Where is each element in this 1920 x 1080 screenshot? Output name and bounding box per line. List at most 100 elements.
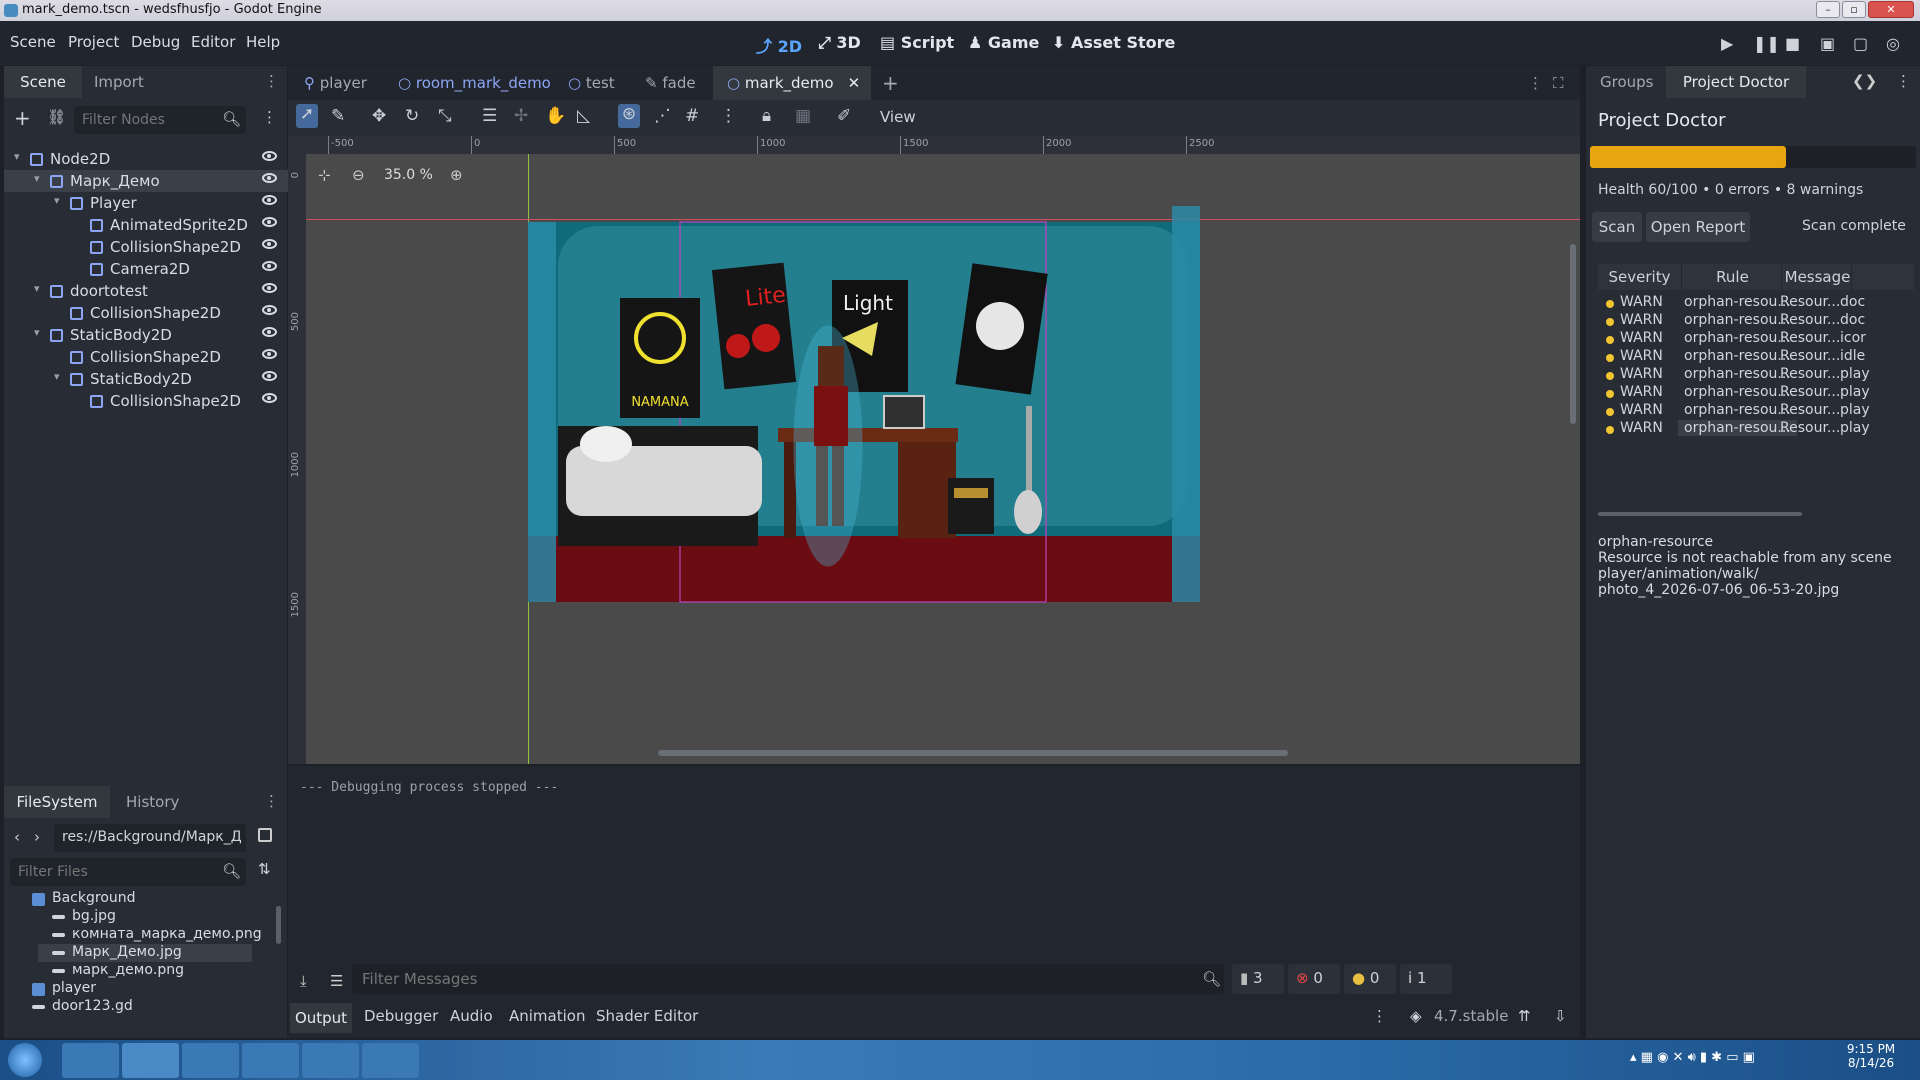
room-scene-sprite[interactable]: NAMANA Lite Light (528, 206, 1208, 606)
close-window-button[interactable]: ✕ (1868, 1, 1914, 18)
column-severity[interactable]: Severity (1598, 264, 1682, 290)
filter-files-input[interactable] (10, 858, 246, 886)
info-count-toggle[interactable]: ⅰ 1 (1400, 964, 1452, 994)
lock-icon[interactable]: 🔒︎ (762, 106, 771, 126)
list-select-icon[interactable]: ☰ (482, 106, 497, 126)
zoom-out-icon[interactable]: ⊖ (352, 166, 365, 184)
file-row[interactable]: Background (4, 890, 218, 908)
visibility-eye-icon[interactable] (262, 327, 277, 337)
start-button-icon[interactable] (8, 1043, 42, 1077)
file-manager-taskbar-icon[interactable] (242, 1043, 299, 1078)
stop-icon[interactable]: ■ (1785, 34, 1800, 53)
scene-node-row[interactable]: CollisionShape2D (4, 236, 289, 258)
expand-arrow-icon[interactable]: ▾ (54, 194, 60, 207)
pin-icon[interactable]: ⇩ (1554, 1007, 1567, 1025)
play-custom-scene-icon[interactable]: ▢ (1853, 34, 1868, 53)
visibility-eye-icon[interactable] (262, 173, 277, 183)
zoom-in-icon[interactable]: ⊕ (450, 166, 463, 184)
forward-icon[interactable]: › (34, 828, 40, 846)
tab-room-mark-demo[interactable]: ○ room_mark_demo (398, 66, 551, 100)
tabs-menu-icon[interactable]: ⋮ (1528, 66, 1543, 100)
open-report-button[interactable]: Open Report (1646, 212, 1750, 242)
tab-audio[interactable]: Audio (450, 1007, 493, 1025)
scan-button[interactable]: Scan (1592, 212, 1642, 242)
center-view-icon[interactable]: ⊹ (318, 166, 331, 184)
scale-tool-icon[interactable]: ⤡ (438, 106, 452, 126)
tab-scene[interactable]: Scene (4, 66, 82, 98)
close-tab-icon[interactable]: ✕ (848, 74, 861, 92)
visibility-eye-icon[interactable] (262, 371, 277, 381)
results-hscrollbar[interactable] (1598, 512, 1802, 516)
select-tool-icon[interactable]: ➚ (296, 104, 318, 128)
fullscreen-icon[interactable]: ⛶ (1553, 66, 1564, 100)
tab-mark-demo[interactable]: ○ mark_demo ✕ (713, 66, 871, 100)
workspace-game-button[interactable]: ♟ Game (968, 33, 1039, 52)
play-scene-icon[interactable]: ▣ (1820, 34, 1835, 53)
column-message[interactable]: Message (1784, 264, 1852, 290)
tab-animation[interactable]: Animation (509, 1007, 585, 1025)
tab-output[interactable]: Output (290, 1003, 352, 1033)
clock[interactable]: 9:15 PM 8/14/26 (1840, 1042, 1902, 1070)
panel-menu-icon[interactable]: ⋮ (1372, 1007, 1387, 1025)
tab-filesystem[interactable]: FileSystem (4, 786, 110, 818)
scene-node-row[interactable]: ▾ StaticBody2D (4, 368, 289, 390)
workspace-script-button[interactable]: ▤ Script (880, 33, 954, 52)
filter-messages-input[interactable] (352, 964, 1224, 994)
result-row[interactable]: WARN orphan-resou... Resour... play (1586, 418, 1916, 440)
scene-node-row[interactable]: Camera2D (4, 258, 289, 280)
visibility-eye-icon[interactable] (262, 261, 277, 271)
snap-toggle-icon[interactable]: ⊛ (618, 104, 640, 128)
scene-node-row[interactable]: ▾ Player (4, 192, 289, 214)
dock-menu-icon[interactable]: ⋮ (1896, 72, 1911, 90)
skeleton-icon[interactable]: ✐ (837, 106, 851, 126)
add-tab-icon[interactable]: + (882, 66, 899, 100)
file-row[interactable]: марк_демо.png (4, 962, 218, 980)
movie-maker-icon[interactable]: ◎ (1886, 34, 1900, 53)
visibility-eye-icon[interactable] (262, 305, 277, 315)
visibility-eye-icon[interactable] (262, 349, 277, 359)
terminal-taskbar-icon[interactable] (182, 1043, 239, 1078)
file-row[interactable]: комната_марка_демо.png (4, 926, 262, 944)
ruler-tool-icon[interactable]: ◺ (577, 106, 590, 126)
rotate-tool-icon[interactable]: ↻ (405, 106, 419, 126)
app-taskbar-icon[interactable] (362, 1043, 419, 1078)
pencil-tool-icon[interactable]: ✎ (331, 106, 345, 126)
workspace-3d-button[interactable]: ⤢ 3D (818, 33, 861, 53)
expand-arrow-icon[interactable]: ▾ (34, 326, 40, 339)
visibility-eye-icon[interactable] (262, 151, 277, 161)
dock-nav-icon[interactable]: ❮❯ (1852, 72, 1877, 90)
minimize-button[interactable]: – (1816, 1, 1840, 18)
pause-icon[interactable]: ❚❚ (1753, 34, 1780, 53)
workspace-assetstore-button[interactable]: ⬇ Asset Store (1052, 33, 1175, 52)
move-tool-icon[interactable]: ✥ (372, 106, 386, 126)
expand-panel-icon[interactable]: ⇈ (1518, 1007, 1531, 1025)
expand-arrow-icon[interactable]: ▾ (34, 172, 40, 185)
play-icon[interactable]: ▶ (1721, 34, 1733, 53)
menu-help[interactable]: Help (246, 33, 280, 51)
tab-debugger[interactable]: Debugger (364, 1007, 438, 1025)
canvas-viewport[interactable]: -500 0 500 1000 1500 2000 2500 0 500 1000 1500 ⊹ … (288, 136, 1580, 764)
pivot-icon[interactable]: ✢ (514, 106, 528, 126)
tray-icons[interactable]: ▴ ▦ ◉ ✕ 🔊︎ ▮ ✱ ▭ ▣ (1630, 1050, 1755, 1065)
tab-fade[interactable]: ✎ fade (645, 66, 696, 100)
firefox-taskbar-icon[interactable] (62, 1043, 119, 1078)
filter-nodes-input[interactable] (74, 106, 246, 134)
discord-taskbar-icon[interactable] (302, 1043, 359, 1078)
menu-scene[interactable]: Scene (10, 33, 56, 51)
maximize-button[interactable]: ▫ (1842, 1, 1866, 18)
menu-debug[interactable]: Debug (131, 33, 180, 51)
workspace-2d-button[interactable]: ⤴ 2D (756, 33, 802, 57)
scene-node-row[interactable]: ▾ Node2D (4, 148, 289, 170)
dock-menu-icon[interactable]: ⋮ (264, 72, 279, 90)
scene-node-row[interactable]: CollisionShape2D (4, 390, 289, 412)
split-view-icon[interactable] (258, 828, 272, 842)
filter-menu-icon[interactable]: ⋮ (262, 108, 277, 126)
tab-test[interactable]: ○ test (568, 66, 615, 100)
viewport-vscrollbar[interactable] (1570, 244, 1576, 424)
tab-shader-editor[interactable]: Shader Editor (596, 1007, 698, 1025)
message-count-toggle[interactable]: ▮ 3 (1232, 964, 1284, 994)
link-icon[interactable]: ⛓ (47, 108, 66, 126)
visibility-eye-icon[interactable] (262, 283, 277, 293)
snap-options-icon[interactable]: ⋮ (720, 106, 737, 126)
file-row[interactable]: door123.gd (4, 998, 218, 1016)
